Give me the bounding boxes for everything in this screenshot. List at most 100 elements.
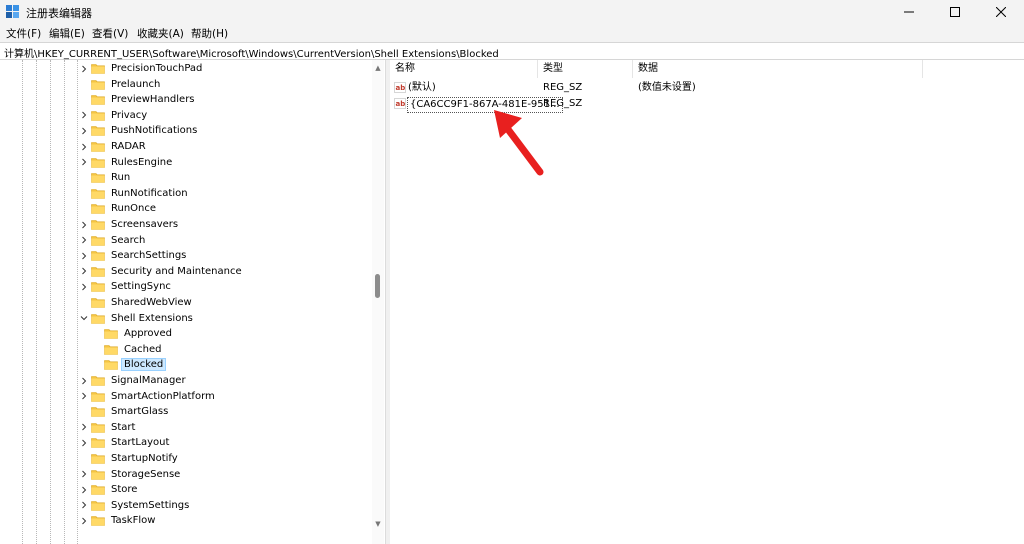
tree-item[interactable]: Blocked <box>92 357 167 372</box>
address-bar[interactable]: 计算机\HKEY_CURRENT_USER\Software\Microsoft… <box>0 42 1024 60</box>
chevron-right-icon[interactable] <box>79 279 89 294</box>
close-button[interactable] <box>978 0 1024 24</box>
tree-item[interactable]: Store <box>79 482 139 497</box>
title-bar: 注册表编辑器 <box>0 0 1024 24</box>
chevron-right-icon[interactable] <box>79 248 89 263</box>
tree-item[interactable]: RunOnce <box>79 201 158 216</box>
tree-item[interactable]: SmartGlass <box>79 404 170 419</box>
tree-item-label: Prelaunch <box>111 78 161 90</box>
chevron-right-icon[interactable] <box>79 264 89 279</box>
tree-item[interactable]: PushNotifications <box>79 123 199 138</box>
tree-guide-line <box>36 60 37 544</box>
tree-item[interactable]: Start <box>79 420 137 435</box>
tree-item[interactable]: RunNotification <box>79 186 190 201</box>
folder-icon <box>91 250 105 261</box>
tree-item[interactable]: SystemSettings <box>79 498 191 513</box>
chevron-right-icon[interactable] <box>79 420 89 435</box>
folder-icon <box>91 406 105 417</box>
tree-item-label: SystemSettings <box>111 499 190 511</box>
tree-item-label: Approved <box>124 328 172 340</box>
chevron-right-icon[interactable] <box>79 513 89 528</box>
tree-item-label: SharedWebView <box>111 297 192 308</box>
menu-help[interactable]: 帮助(H) <box>191 26 228 41</box>
tree-item[interactable]: Run <box>79 170 132 185</box>
value-data: (数值未设置) <box>638 82 696 93</box>
scroll-down-icon[interactable]: ▼ <box>372 518 384 530</box>
tree-item-label: SignalManager <box>111 375 186 386</box>
tree-item[interactable]: StartupNotify <box>79 451 180 466</box>
minimize-button[interactable] <box>886 0 932 24</box>
chevron-right-icon[interactable] <box>79 498 89 513</box>
column-header-type[interactable]: 类型 <box>538 60 633 78</box>
tree-item[interactable]: SearchSettings <box>79 248 188 263</box>
tree-scrollbar[interactable]: ▲ ▼ <box>372 60 384 544</box>
minimize-icon <box>904 11 914 13</box>
tree-item[interactable]: Search <box>79 233 147 248</box>
chevron-right-icon[interactable] <box>79 467 89 482</box>
tree-item[interactable]: Privacy <box>79 108 149 123</box>
chevron-right-icon[interactable] <box>79 435 89 450</box>
chevron-right-icon[interactable] <box>79 139 89 154</box>
list-item[interactable]: ab (默认) REG_SZ (数值未设置) <box>390 80 1020 96</box>
folder-icon <box>91 515 105 527</box>
chevron-right-icon[interactable] <box>79 123 89 138</box>
tree-item[interactable]: Prelaunch <box>79 77 162 92</box>
close-icon <box>996 7 1006 17</box>
tree-item[interactable]: Security and Maintenance <box>79 264 244 279</box>
maximize-button[interactable] <box>932 0 978 24</box>
tree-item[interactable]: RADAR <box>79 139 148 154</box>
chevron-right-icon[interactable] <box>79 482 89 497</box>
chevron-down-icon[interactable] <box>79 311 89 326</box>
menu-bar: 文件(F) 编辑(E) 查看(V) 收藏夹(A) 帮助(H) <box>0 24 1024 42</box>
tree-item-label: StorageSense <box>111 468 181 480</box>
key-tree: PrecisionTouchPad Prelaunch PreviewHandler… <box>0 60 385 544</box>
folder-icon <box>91 437 105 449</box>
chevron-right-icon[interactable] <box>79 233 89 248</box>
list-item[interactable]: ab {CA6CC9F1-867A-481E-951... REG_SZ <box>390 96 1020 113</box>
chevron-right-icon[interactable] <box>79 61 89 76</box>
tree-item[interactable]: Shell Extensions <box>79 311 195 326</box>
tree-item[interactable]: TaskFlow <box>79 513 157 528</box>
scroll-up-icon[interactable]: ▲ <box>372 62 384 74</box>
column-header-data[interactable]: 数据 <box>633 60 923 78</box>
chevron-right-icon[interactable] <box>79 108 89 123</box>
tree-item[interactable]: Screensavers <box>79 217 180 232</box>
tree-item[interactable]: StartLayout <box>79 435 171 450</box>
tree-item[interactable]: StorageSense <box>79 467 182 482</box>
tree-item[interactable]: RulesEngine <box>79 155 174 170</box>
tree-item[interactable]: SmartActionPlatform <box>79 389 217 404</box>
tree-item-label: RunOnce <box>111 203 157 215</box>
menu-edit[interactable]: 编辑(E) <box>49 26 85 41</box>
menu-view[interactable]: 查看(V) <box>92 26 128 41</box>
tree-item-label: SmartGlass <box>111 406 169 418</box>
tree-item[interactable]: SharedWebView <box>79 295 194 310</box>
scroll-thumb[interactable] <box>375 274 380 298</box>
folder-icon <box>91 219 105 230</box>
tree-item[interactable]: PrecisionTouchPad <box>79 61 204 76</box>
chevron-right-icon[interactable] <box>79 155 89 170</box>
menu-favorites[interactable]: 收藏夹(A) <box>137 26 184 41</box>
folder-icon <box>91 500 105 511</box>
tree-item[interactable]: PreviewHandlers <box>79 92 197 107</box>
folder-icon <box>91 484 105 495</box>
tree-item[interactable]: Approved <box>92 326 174 341</box>
tree-item[interactable]: SettingSync <box>79 279 173 294</box>
string-value-icon: ab <box>394 82 406 93</box>
chevron-right-icon[interactable] <box>79 373 89 388</box>
tree-item-label: RulesEngine <box>111 156 173 168</box>
chevron-right-icon[interactable] <box>79 389 89 404</box>
menu-file[interactable]: 文件(F) <box>6 26 41 41</box>
tree-item-label: Privacy <box>111 109 148 121</box>
tree-item[interactable]: SignalManager <box>79 373 188 388</box>
maximize-icon <box>950 7 960 17</box>
tree-item-label: Cached <box>124 343 162 355</box>
folder-icon <box>91 391 105 402</box>
tree-item[interactable]: Cached <box>92 342 163 357</box>
folder-icon <box>91 172 105 183</box>
registry-editor-icon <box>6 5 19 18</box>
chevron-right-icon[interactable] <box>79 217 89 232</box>
tree-item-label: RunNotification <box>111 187 188 199</box>
column-header-name[interactable]: 名称 <box>390 60 538 78</box>
